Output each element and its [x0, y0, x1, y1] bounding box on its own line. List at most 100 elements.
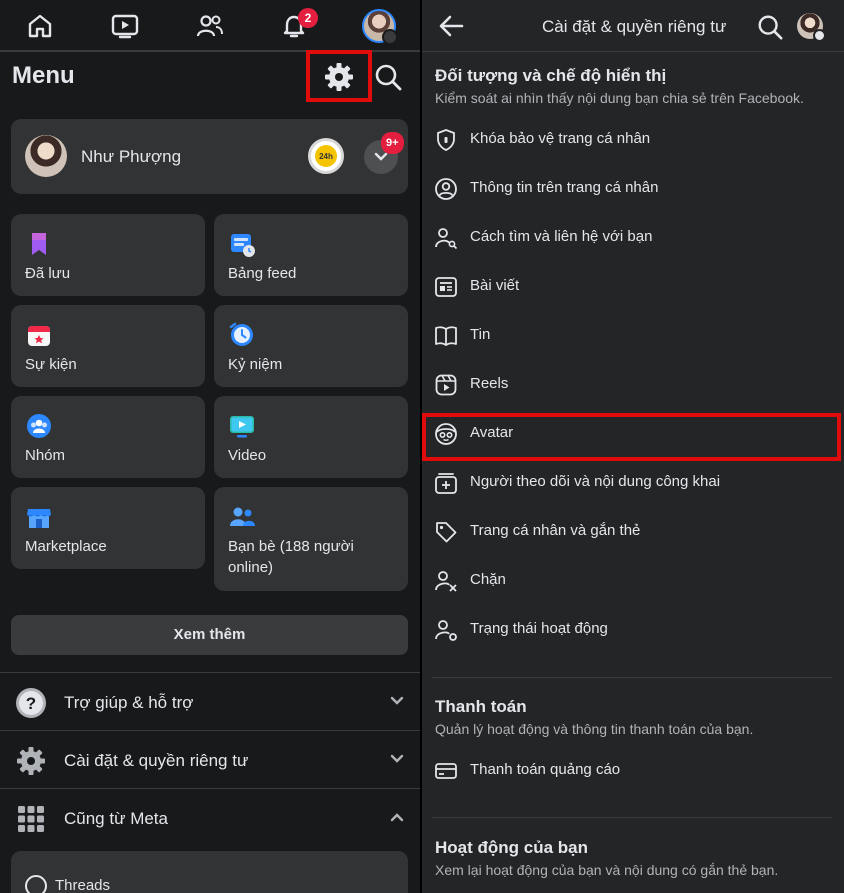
story-thumbnail: 24h [315, 145, 337, 167]
shield-lock-icon [437, 129, 455, 151]
divider [0, 788, 420, 789]
settings-header: Cài đặt & quyền riêng tư [422, 0, 844, 52]
item-ads-payments[interactable]: Thanh toán quảng cáo [422, 747, 844, 796]
divider [432, 677, 832, 678]
item-label: Người theo dõi và nội dung công khai [470, 473, 721, 490]
book-icon [435, 326, 457, 346]
profile-card[interactable]: Như Phượng 24h 9+ [11, 119, 408, 194]
profile-avatar-small[interactable] [797, 13, 826, 42]
groups-icon [27, 414, 51, 438]
item-profile-tagging[interactable]: Trang cá nhân và gắn thẻ [422, 508, 844, 557]
post-icon [435, 277, 457, 297]
divider [0, 672, 420, 673]
chevron-up-icon [390, 813, 404, 822]
tile-events[interactable]: Sự kiện [11, 305, 205, 387]
item-profile-lock[interactable]: Khóa bảo vệ trang cá nhân [422, 116, 844, 165]
tile-memories[interactable]: Kỷ niệm [214, 305, 408, 387]
tile-label: Bảng feed [228, 265, 297, 282]
switch-profile-button[interactable]: 9+ [364, 132, 404, 174]
store-icon [27, 509, 51, 528]
chevron-down-icon [374, 152, 388, 161]
svg-text:?: ? [26, 694, 36, 713]
item-stories[interactable]: Tin [422, 312, 844, 361]
tile-groups[interactable]: Nhóm [11, 396, 205, 478]
section-settings-privacy[interactable]: Cài đặt & quyền riêng tư [0, 732, 420, 788]
avatar [25, 135, 67, 177]
active-status-icon [435, 620, 457, 641]
section-title-activity: Hoạt động của bạn [435, 838, 588, 857]
item-followers[interactable]: Người theo dõi và nội dung công khai [422, 459, 844, 508]
item-profile-info[interactable]: Thông tin trên trang cá nhân [422, 165, 844, 214]
item-find-contact[interactable]: Cách tìm và liên hệ với bạn [422, 214, 844, 263]
tag-icon [436, 522, 457, 543]
reels-icon [435, 374, 457, 396]
tile-feeds[interactable]: Bảng feed [214, 214, 408, 296]
page-title: Menu [12, 62, 75, 89]
item-label: Thông tin trên trang cá nhân [470, 179, 659, 196]
tile-saved[interactable]: Đã lưu [11, 214, 205, 296]
home-icon [28, 14, 52, 38]
section-subtitle-audience: Kiểm soát ai nhìn thấy nội dung bạn chia… [435, 90, 804, 106]
notifications-tab[interactable]: 2 [272, 6, 318, 46]
see-more-button[interactable]: Xem thêm [11, 615, 408, 655]
tile-video[interactable]: Video [214, 396, 408, 478]
section-title-payments: Thanh toán [435, 697, 527, 716]
chevron-down-icon [390, 696, 404, 705]
threads-label: Threads [55, 877, 111, 893]
tile-marketplace[interactable]: Marketplace [11, 487, 205, 569]
search-button[interactable] [373, 62, 403, 92]
item-label: Bài viết [470, 277, 520, 294]
profile-name: Như Phượng [81, 147, 182, 166]
tile-label: Sự kiện [25, 356, 77, 373]
feed-icon [231, 234, 255, 257]
back-arrow-icon [439, 15, 464, 37]
threads-icon [25, 875, 47, 893]
divider [432, 817, 832, 818]
profile-badge: 9+ [381, 132, 404, 154]
block-person-icon [435, 571, 457, 592]
search-icon [758, 15, 783, 40]
back-button[interactable] [438, 14, 464, 38]
story-ring[interactable]: 24h [308, 138, 344, 174]
tile-label: Marketplace [25, 538, 107, 555]
settings-gear-icon [17, 747, 45, 775]
home-tab[interactable] [18, 6, 62, 46]
section-label: Cũng từ Meta [64, 809, 168, 828]
friends-tab[interactable] [188, 6, 232, 46]
item-reels[interactable]: Reels [422, 361, 844, 410]
video-icon [230, 416, 254, 438]
search-button[interactable] [756, 13, 784, 41]
avatar-highlight-box [422, 413, 841, 461]
video-play-icon [111, 14, 139, 39]
page-title: Cài đặt & quyền riêng tư [542, 17, 727, 36]
tile-label: Đã lưu [25, 265, 71, 282]
item-posts[interactable]: Bài viết [422, 263, 844, 312]
apps-grid-icon [18, 806, 44, 832]
friends-icon [230, 507, 255, 526]
followers-icon [435, 473, 457, 494]
video-tab[interactable] [103, 6, 147, 46]
section-label: Cài đặt & quyền riêng tư [64, 751, 249, 770]
tile-label: Kỷ niệm [228, 356, 283, 373]
item-blocking[interactable]: Chặn [422, 557, 844, 606]
threads-app-item[interactable]: Threads [11, 851, 408, 893]
section-label: Trợ giúp & hỗ trợ [64, 693, 194, 712]
search-icon [375, 64, 402, 91]
menu-panel: 2 Menu Như Phượng 24h 9+ Đã lưu Bảng fee… [0, 0, 420, 893]
section-help[interactable]: ? Trợ giúp & hỗ trợ [0, 674, 420, 730]
item-active-status[interactable]: Trạng thái hoạt động [422, 606, 844, 655]
profile-circle-icon [435, 178, 457, 200]
section-also-from-meta[interactable]: Cũng từ Meta [0, 790, 420, 846]
settings-privacy-panel: Cài đặt & quyền riêng tư Đối tượng và ch… [422, 0, 844, 893]
profile-avatar-small [362, 9, 398, 45]
tile-friends[interactable]: Bạn bè (188 người online) [214, 487, 408, 591]
chevron-badge-icon [813, 29, 826, 42]
section-subtitle-payments: Quản lý hoạt động và thông tin thanh toá… [435, 721, 754, 737]
top-navigation-bar: 2 [0, 0, 420, 52]
item-label: Trang cá nhân và gắn thẻ [470, 522, 641, 539]
menu-tab[interactable] [357, 6, 401, 46]
item-label: Trạng thái hoạt động [470, 620, 608, 637]
tile-label: Video [228, 447, 267, 464]
friends-outline-icon [196, 15, 223, 37]
divider [0, 730, 420, 731]
